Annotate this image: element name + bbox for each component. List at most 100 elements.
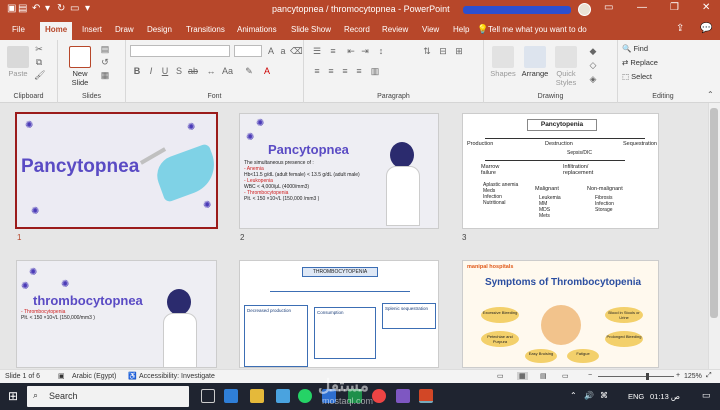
font-name-combo[interactable] bbox=[130, 45, 230, 57]
tab-insert[interactable]: Insert bbox=[82, 25, 102, 34]
text-direction-icon[interactable]: ⇅ bbox=[422, 46, 432, 56]
section-icon[interactable]: ▦ bbox=[100, 70, 110, 80]
share-icon[interactable]: ⇪ bbox=[676, 23, 684, 34]
paste-button[interactable]: Paste bbox=[6, 46, 30, 78]
slide-thumbnail-4[interactable]: ✺ ✺ ✺ thrombocytopnea - Thrombocytopenia… bbox=[16, 260, 217, 368]
tab-review[interactable]: Review bbox=[382, 25, 408, 34]
bold-icon[interactable]: B bbox=[132, 66, 142, 76]
quick-access-customize-icon[interactable]: ▾ bbox=[85, 3, 90, 14]
slide-sorter-view-icon[interactable]: ▦ bbox=[517, 372, 528, 380]
font-size-combo[interactable] bbox=[234, 45, 262, 57]
copy-icon[interactable]: ⧉ bbox=[34, 57, 44, 67]
zoom-in-icon[interactable]: + bbox=[676, 372, 680, 379]
spelling-icon[interactable]: ▣ bbox=[58, 372, 65, 380]
volume-icon[interactable]: 🔊 bbox=[584, 391, 594, 400]
normal-view-icon[interactable]: ▭ bbox=[497, 372, 504, 380]
quick-styles-button[interactable]: Quick Styles bbox=[552, 46, 580, 87]
shape-effects-icon[interactable]: ◈ bbox=[588, 74, 598, 84]
tab-transitions[interactable]: Transitions bbox=[186, 25, 225, 34]
shadow-icon[interactable]: S bbox=[174, 66, 184, 76]
minimize-button[interactable]: — bbox=[637, 2, 647, 13]
tab-home[interactable]: Home bbox=[40, 22, 73, 40]
cut-icon[interactable]: ✂ bbox=[34, 44, 44, 54]
line-spacing-icon[interactable]: ↕ bbox=[376, 46, 386, 56]
close-button[interactable]: ✕ bbox=[702, 2, 710, 13]
clear-formatting-icon[interactable]: ⌫ bbox=[290, 46, 303, 56]
tab-file[interactable]: File bbox=[12, 25, 25, 34]
slideshow-view-icon[interactable]: ▭ bbox=[562, 372, 569, 380]
slide-thumbnail-3[interactable]: Pancytopenia Production Destruction Sequ… bbox=[462, 113, 659, 229]
change-case-icon[interactable]: Aa bbox=[222, 66, 233, 76]
tab-design[interactable]: Design bbox=[147, 25, 172, 34]
system-tray-chevron-icon[interactable]: ⌃ bbox=[570, 391, 577, 400]
justify-icon[interactable]: ≡ bbox=[354, 66, 364, 76]
center-icon[interactable]: ≡ bbox=[326, 66, 336, 76]
language-status[interactable]: Arabic (Egypt) bbox=[72, 373, 116, 380]
maximize-button[interactable]: ❐ bbox=[670, 2, 679, 13]
file-explorer-icon[interactable] bbox=[250, 389, 264, 403]
tab-animations[interactable]: Animations bbox=[237, 25, 277, 34]
char-spacing-icon[interactable]: ↔ bbox=[206, 66, 216, 76]
shape-outline-icon[interactable]: ◇ bbox=[588, 60, 598, 70]
zoom-level[interactable]: 125% bbox=[684, 373, 702, 380]
strikethrough-icon[interactable]: ab bbox=[188, 66, 198, 76]
align-left-icon[interactable]: ≡ bbox=[312, 66, 322, 76]
slide-thumbnail-2[interactable]: ✺ ✺ Pancytopnea The simultaneous presenc… bbox=[239, 113, 439, 229]
windows-start-icon[interactable]: ⊞ bbox=[8, 389, 18, 403]
layout-icon[interactable]: ▤ bbox=[100, 44, 110, 54]
clock[interactable]: 01:13 ص bbox=[650, 392, 680, 401]
underline-icon[interactable]: U bbox=[160, 66, 170, 76]
start-from-beginning-icon[interactable]: ▭ bbox=[70, 3, 79, 14]
zoom-slider[interactable] bbox=[598, 376, 674, 377]
redo-icon[interactable]: ↻ bbox=[57, 3, 65, 14]
tab-draw[interactable]: Draw bbox=[115, 25, 134, 34]
find-button[interactable]: 🔍 Find bbox=[622, 44, 648, 53]
accessibility-status[interactable]: Accessibility: Investigate bbox=[139, 373, 215, 380]
tell-me-search[interactable]: Tell me what you want to do bbox=[488, 25, 587, 34]
select-button[interactable]: ⬚ Select bbox=[622, 72, 652, 81]
slide-thumbnail-5[interactable]: THROMBOCYTOPENIA Decreased production Co… bbox=[239, 260, 439, 368]
increase-indent-icon[interactable]: ⇥ bbox=[360, 46, 370, 56]
decrease-font-icon[interactable]: a bbox=[278, 46, 288, 56]
font-color-icon[interactable]: A bbox=[262, 66, 272, 76]
save-icon[interactable]: ▤ bbox=[18, 3, 27, 14]
collapse-ribbon-icon[interactable]: ⌃ bbox=[707, 90, 714, 99]
format-painter-icon[interactable]: 🖌 bbox=[34, 70, 45, 80]
reading-view-icon[interactable]: ▤ bbox=[540, 372, 547, 380]
tab-help[interactable]: Help bbox=[453, 25, 469, 34]
tab-slide-show[interactable]: Slide Show bbox=[291, 25, 331, 34]
chrome-icon[interactable] bbox=[372, 389, 386, 403]
input-language[interactable]: ENG bbox=[628, 392, 644, 401]
shape-fill-icon[interactable]: ◆ bbox=[588, 46, 598, 56]
numbering-icon[interactable]: ≡ bbox=[328, 46, 338, 56]
replace-button[interactable]: ⇄ Replace bbox=[622, 58, 658, 67]
task-view-icon[interactable] bbox=[201, 389, 215, 403]
scrollbar-thumb[interactable] bbox=[710, 108, 718, 318]
store-icon[interactable] bbox=[276, 389, 290, 403]
shapes-button[interactable]: Shapes bbox=[488, 46, 518, 78]
powerpoint-icon[interactable] bbox=[419, 389, 433, 403]
increase-font-icon[interactable]: A bbox=[266, 46, 276, 56]
new-slide-button[interactable]: New Slide bbox=[66, 46, 94, 87]
align-right-icon[interactable]: ≡ bbox=[340, 66, 350, 76]
zoom-out-icon[interactable]: − bbox=[588, 372, 592, 379]
undo-dropdown-icon[interactable]: ▾ bbox=[45, 3, 50, 14]
zoom-slider-thumb[interactable] bbox=[646, 373, 649, 380]
arrange-button[interactable]: Arrange bbox=[520, 46, 550, 78]
avatar[interactable] bbox=[578, 3, 591, 16]
fit-to-window-icon[interactable]: ⤢ bbox=[706, 372, 712, 380]
taskbar-search[interactable]: ⌕ Search bbox=[27, 386, 189, 407]
tab-record[interactable]: Record bbox=[344, 25, 370, 34]
italic-icon[interactable]: I bbox=[146, 66, 156, 76]
bullets-icon[interactable]: ☰ bbox=[312, 46, 322, 56]
whatsapp-icon[interactable] bbox=[298, 389, 312, 403]
columns-icon[interactable]: ▥ bbox=[370, 66, 380, 76]
highlight-icon[interactable]: ✎ bbox=[244, 66, 254, 76]
slide-thumbnail-1[interactable]: ✺ ✺ ✺ ✺ Pancytopnea bbox=[15, 112, 218, 229]
app-icon[interactable] bbox=[396, 389, 410, 403]
network-icon[interactable]: ⌘ bbox=[600, 391, 608, 400]
user-name-redacted[interactable] bbox=[463, 6, 571, 14]
smartart-icon[interactable]: ⊞ bbox=[454, 46, 464, 56]
notifications-icon[interactable]: ▭ bbox=[702, 390, 711, 401]
slide-thumbnail-6[interactable]: manipal hospitals Symptoms of Thrombocyt… bbox=[462, 260, 659, 368]
